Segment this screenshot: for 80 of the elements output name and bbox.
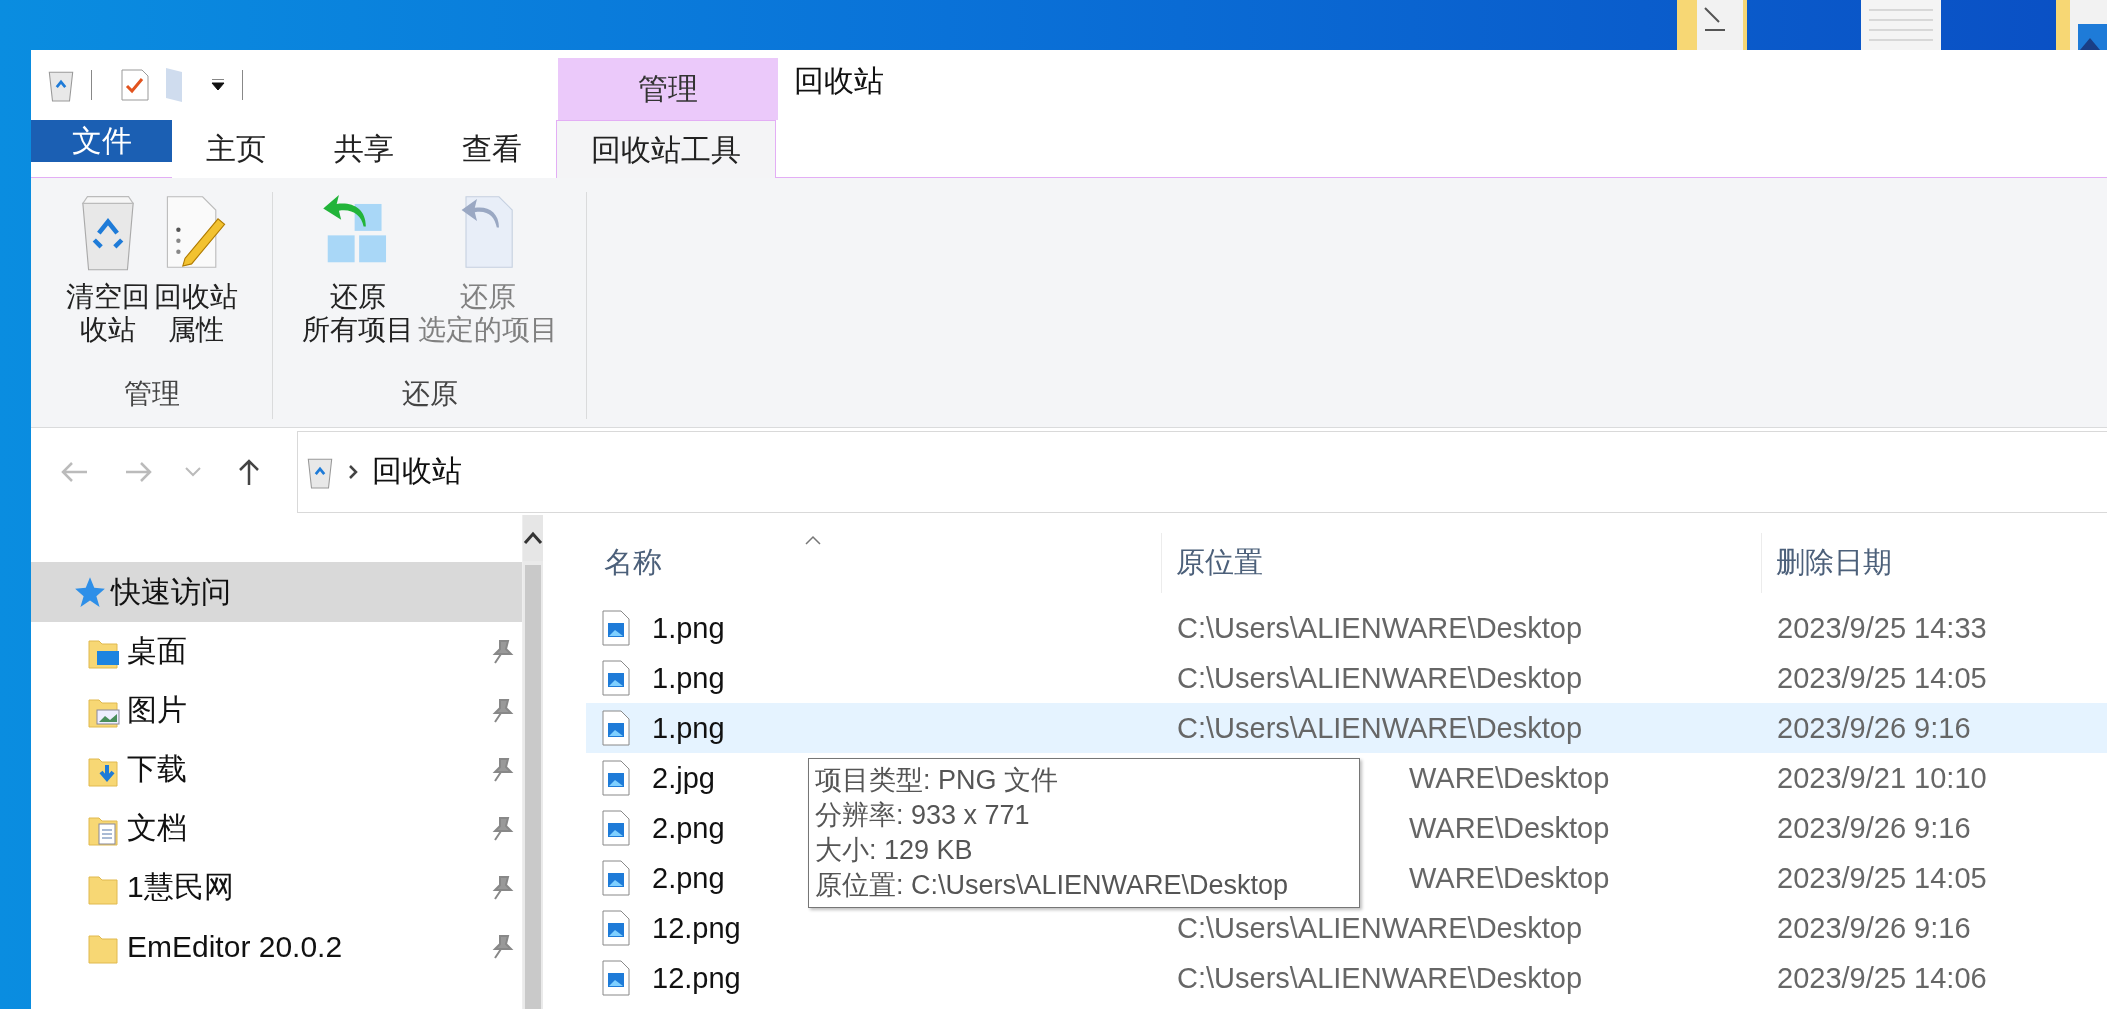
file-name: 2.png (652, 811, 725, 845)
original-location: C:\Users\ALIENWARE\Desktop (1177, 611, 1583, 645)
star-icon (73, 575, 107, 609)
nav-item[interactable]: 文档 (31, 799, 522, 858)
tooltip-line: 分辨率: 933 x 771 (815, 799, 1031, 832)
ribbon-tab[interactable]: 回收站工具 (556, 120, 776, 179)
original-location: WARE\Desktop (1409, 811, 1610, 845)
column-header[interactable]: 原位置 (1162, 533, 1762, 593)
nav-item[interactable]: EmEditor 20.0.2 (31, 917, 522, 976)
file-name: 12.png (652, 961, 741, 995)
ribbon-button[interactable]: 还原 所有项目 (299, 192, 416, 375)
group-label: 还原 (401, 377, 458, 411)
file-name: 12.png (652, 911, 741, 945)
nav-item[interactable]: 桌面 (31, 622, 522, 681)
address-path: 回收站 (372, 453, 462, 489)
scroll-up-button[interactable] (523, 515, 543, 561)
selected-file-row[interactable]: 1.png C:\Users\ALIENWARE\Desktop 2023/9/26 9:16 (586, 703, 2107, 753)
column-header[interactable]: 删除日期 (1762, 533, 2107, 593)
checklist-icon (120, 68, 150, 102)
context-tab-label: 管理 (558, 58, 778, 120)
file-name: 1.png (652, 711, 725, 745)
nav-label: 1慧民网 (127, 869, 235, 905)
nav-label: 文档 (127, 810, 188, 846)
image-file-icon (601, 810, 631, 846)
sort-caret-icon (805, 535, 821, 545)
file-name: 1.png (652, 611, 725, 645)
original-location: WARE\Desktop (1409, 761, 1610, 795)
window-title: 回收站 (794, 62, 884, 99)
nav-label: 桌面 (127, 633, 188, 669)
original-location: C:\Users\ALIENWARE\Desktop (1177, 911, 1583, 945)
tooltip-line: 原位置: C:\Users\ALIENWARE\Desktop (815, 869, 1290, 902)
forward-arrow-icon (124, 459, 154, 484)
image-file-icon (601, 710, 631, 746)
deleted-date: 2023/9/26 9:16 (1777, 911, 1971, 945)
column-header[interactable]: 名称 (582, 533, 1162, 593)
nav-label: 图片 (127, 692, 188, 728)
group-label: 管理 (123, 377, 180, 411)
tooltip-line: 大小: 129 KB (815, 834, 974, 867)
deleted-date: 2023/9/25 14:05 (1777, 861, 1987, 895)
dropdown-caret-icon (210, 79, 226, 91)
image-file-icon (601, 610, 631, 646)
image-file-icon (601, 860, 631, 896)
image-file-icon (601, 960, 631, 996)
image-file-icon (601, 910, 631, 946)
address-field[interactable]: 回收站 (297, 430, 2107, 513)
nav-item[interactable]: 图片 (31, 681, 522, 740)
nav-item[interactable]: 1慧民网 (31, 858, 522, 917)
deleted-date: 2023/9/26 9:16 (1777, 711, 1971, 745)
deleted-date: 2023/9/21 10:10 (1777, 761, 1987, 795)
file-name: 1.png (652, 661, 725, 695)
original-location: WARE\Desktop (1409, 861, 1610, 895)
deleted-date: 2023/9/26 9:16 (1777, 811, 1971, 845)
file-name: 2.jpg (652, 761, 715, 795)
column-title: 删除日期 (1776, 545, 1892, 580)
original-location: C:\Users\ALIENWARE\Desktop (1177, 961, 1583, 995)
nav-label: EmEditor 20.0.2 (127, 929, 344, 964)
file-menu-tab[interactable]: 文件 (31, 120, 172, 162)
nav-label: 快速访问 (111, 573, 232, 610)
image-file-icon (601, 660, 631, 696)
ribbon-button[interactable]: 回收站 属性 (151, 192, 240, 375)
nav-item[interactable]: 下载 (31, 740, 522, 799)
image-file-icon (601, 760, 631, 796)
original-location: C:\Users\ALIENWARE\Desktop (1177, 711, 1583, 745)
file-name: 2.png (652, 861, 725, 895)
chevron-down-icon (185, 466, 201, 477)
nav-item[interactable]: 快速访问 (31, 562, 522, 622)
image-folder-icon (2056, 0, 2107, 50)
column-title: 原位置 (1176, 545, 1263, 580)
tooltip-line: 项目类型: PNG 文件 (815, 764, 1059, 797)
column-title: 名称 (604, 545, 662, 580)
nav-label: 下载 (127, 751, 188, 787)
original-location: C:\Users\ALIENWARE\Desktop (1177, 661, 1583, 695)
back-arrow-icon (59, 459, 89, 484)
deleted-date: 2023/9/25 14:33 (1777, 611, 1987, 645)
deleted-date: 2023/9/25 14:06 (1777, 961, 1987, 995)
deleted-date: 2023/9/25 14:05 (1777, 661, 1987, 695)
chevron-up-icon (523, 531, 543, 545)
scrollbar-thumb[interactable] (525, 565, 541, 1009)
chevron-right-icon (348, 463, 358, 480)
ribbon-button[interactable]: 清空回 收站 (63, 192, 152, 375)
